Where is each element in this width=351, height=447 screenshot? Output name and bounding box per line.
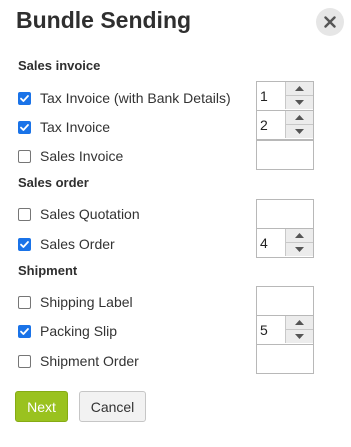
increment-button[interactable] bbox=[285, 316, 313, 330]
quantity-stepper-tax-invoice-bank[interactable]: 1 bbox=[256, 81, 314, 111]
checkbox-packing-slip[interactable] bbox=[18, 325, 31, 338]
quantity-stepper-sales-quotation[interactable] bbox=[256, 199, 314, 229]
label-packing-slip: Packing Slip bbox=[40, 323, 118, 339]
spinner bbox=[285, 111, 313, 139]
quantity-value[interactable]: 2 bbox=[260, 117, 268, 133]
decrement-button[interactable] bbox=[285, 96, 313, 109]
label-shipment-order: Shipment Order bbox=[40, 353, 139, 369]
label-sales-invoice: Sales Invoice bbox=[40, 148, 124, 164]
increment-button[interactable] bbox=[285, 111, 313, 125]
caret-down-icon bbox=[295, 247, 304, 252]
cancel-button[interactable]: Cancel bbox=[79, 391, 146, 422]
label-tax-invoice: Tax Invoice bbox=[40, 119, 111, 135]
spinner bbox=[285, 316, 313, 344]
caret-down-icon bbox=[295, 100, 304, 105]
next-button[interactable]: Next bbox=[15, 391, 68, 422]
section-title-sales-order: Sales order bbox=[18, 175, 89, 190]
checkbox-sales-invoice[interactable] bbox=[18, 150, 31, 163]
label-sales-order: Sales Order bbox=[40, 236, 115, 252]
quantity-value[interactable]: 4 bbox=[260, 235, 268, 251]
quantity-stepper-sales-invoice[interactable] bbox=[256, 140, 314, 170]
caret-up-icon bbox=[295, 115, 304, 120]
label-sales-quotation: Sales Quotation bbox=[40, 206, 140, 222]
quantity-stepper-tax-invoice[interactable]: 2 bbox=[256, 110, 314, 140]
quantity-value[interactable]: 1 bbox=[260, 88, 268, 104]
checkbox-tax-invoice-bank[interactable] bbox=[18, 92, 31, 105]
decrement-button[interactable] bbox=[285, 243, 313, 256]
decrement-button[interactable] bbox=[285, 125, 313, 138]
caret-down-icon bbox=[295, 129, 304, 134]
section-title-sales-invoice: Sales invoice bbox=[18, 58, 101, 73]
spinner bbox=[285, 229, 313, 257]
caret-up-icon bbox=[295, 320, 304, 325]
checkbox-sales-order[interactable] bbox=[18, 238, 31, 251]
increment-button[interactable] bbox=[285, 82, 313, 96]
close-icon bbox=[324, 16, 336, 28]
close-button[interactable] bbox=[316, 8, 344, 36]
quantity-stepper-shipping-label[interactable] bbox=[256, 286, 314, 316]
quantity-stepper-sales-order[interactable]: 4 bbox=[256, 228, 314, 258]
caret-down-icon bbox=[295, 334, 304, 339]
spinner bbox=[285, 82, 313, 110]
caret-up-icon bbox=[295, 233, 304, 238]
label-shipping-label: Shipping Label bbox=[40, 294, 133, 310]
checkbox-shipment-order[interactable] bbox=[18, 355, 31, 368]
label-tax-invoice-bank: Tax Invoice (with Bank Details) bbox=[40, 90, 231, 106]
caret-up-icon bbox=[295, 86, 304, 91]
dialog-title: Bundle Sending bbox=[16, 7, 192, 33]
section-title-shipment: Shipment bbox=[18, 263, 78, 278]
checkbox-tax-invoice[interactable] bbox=[18, 121, 31, 134]
quantity-stepper-packing-slip[interactable]: 5 bbox=[256, 315, 314, 345]
quantity-stepper-shipment-order[interactable] bbox=[256, 344, 314, 374]
increment-button[interactable] bbox=[285, 229, 313, 243]
quantity-value[interactable]: 5 bbox=[260, 322, 268, 338]
decrement-button[interactable] bbox=[285, 330, 313, 343]
checkbox-sales-quotation[interactable] bbox=[18, 208, 31, 221]
checkbox-shipping-label[interactable] bbox=[18, 296, 31, 309]
